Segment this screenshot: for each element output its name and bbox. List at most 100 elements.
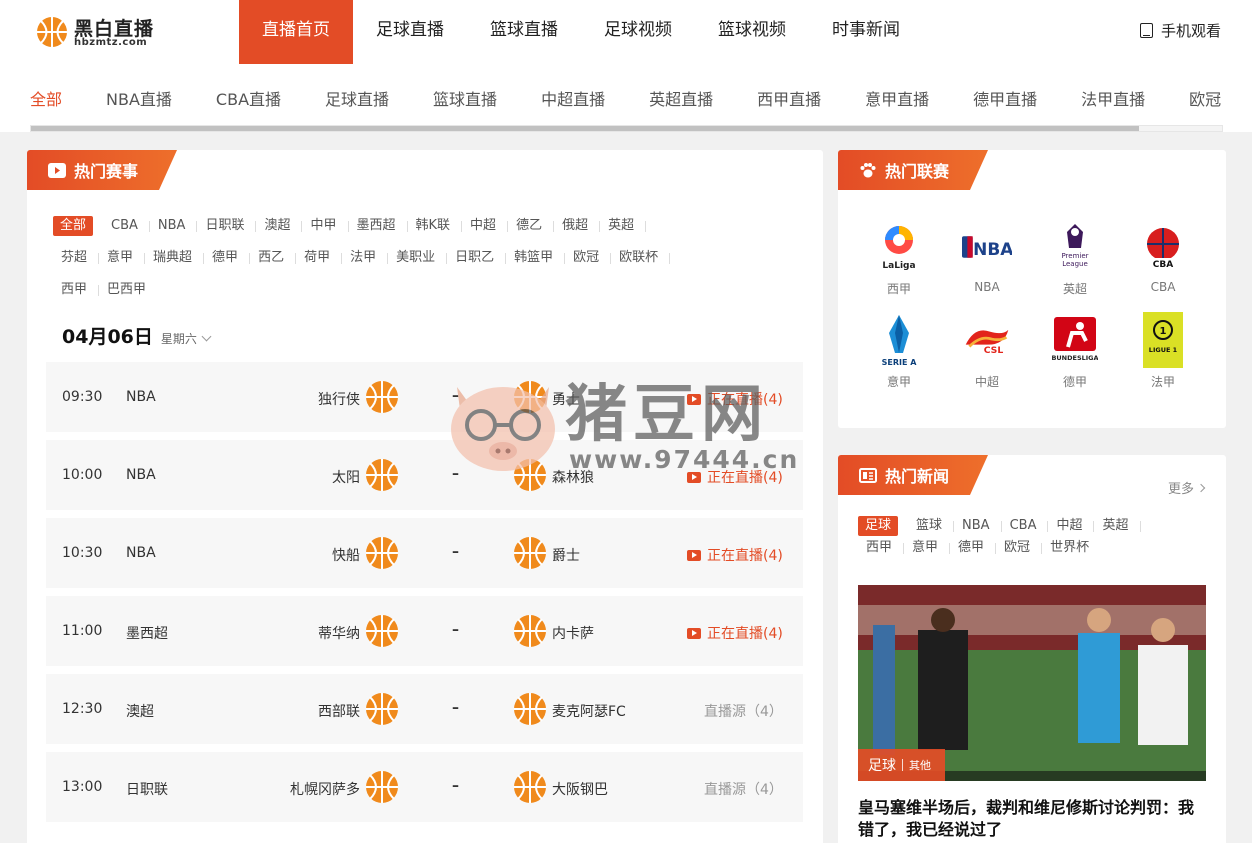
league-name: 英超 [1062,282,1087,296]
stream-source-link[interactable]: 直播源（4） [704,779,783,799]
filter-item[interactable]: 澳超 [256,216,303,236]
news-filter-item[interactable]: 意甲 [904,538,951,558]
filter-item[interactable]: 西乙 [250,248,297,268]
live-status-link[interactable]: 正在直播(4) [687,467,783,487]
filter-item[interactable]: 意甲 [99,248,146,268]
filter-all[interactable]: 全部 [53,216,94,236]
filter-item[interactable]: 荷甲 [296,248,343,268]
subnav-cba[interactable]: CBA直播 [216,86,281,110]
filter-item[interactable]: 韩K联 [408,216,463,236]
date-selector[interactable]: 04月06日 星期六 [62,322,212,349]
filter-item[interactable]: 欧联杯 [611,248,671,268]
filter-item[interactable]: 瑞典超 [145,248,205,268]
nav-basketball-live[interactable]: 篮球直播 [467,0,581,64]
subnav-ucl[interactable]: 欧冠 [1189,86,1221,110]
filter-item[interactable]: 日职乙 [447,248,507,268]
league-laliga[interactable]: LaLiga 西甲 [855,220,943,297]
filter-item[interactable]: CBA [103,216,150,236]
filter-item[interactable]: 德乙 [508,216,555,236]
match-row[interactable]: 10:00 NBA 太阳 – 森林狼 正在直播(4) [46,440,803,510]
live-status-link[interactable]: 正在直播(4) [687,545,783,565]
news-filter-row-2: 西甲 意甲 德甲 欧冠 世界杯 [858,537,1208,559]
nav-football-video[interactable]: 足球视频 [581,0,695,64]
filter-item[interactable]: 巴西甲 [99,280,158,300]
nav-home[interactable]: 直播首页 [239,0,353,64]
filter-item[interactable]: 德甲 [204,248,251,268]
live-status-label: 正在直播(4) [707,548,783,564]
subnav-football[interactable]: 足球直播 [325,86,389,110]
news-headline[interactable]: 皇马塞维半场后，裁判和维尼修斯讨论判罚：我错了，我已经说过了 [858,797,1208,841]
filter-item[interactable]: 美职业 [388,248,448,268]
nav-news[interactable]: 时事新闻 [809,0,923,64]
news-filter-item[interactable]: 西甲 [858,538,905,558]
match-row[interactable]: 09:30 NBA 独行侠 – 勇士 正在直播(4) [46,362,803,432]
news-filter-item[interactable]: CBA [1002,516,1049,536]
subnav-csl[interactable]: 中超直播 [541,86,605,110]
filter-item[interactable]: 欧冠 [565,248,612,268]
hot-news-tab: 热门新闻 [838,455,988,495]
subnav-seriea[interactable]: 意甲直播 [865,86,929,110]
live-status-label: 正在直播(4) [707,626,783,642]
hot-events-tab: 热门赛事 [27,150,177,190]
filter-item[interactable]: 西甲 [53,280,100,300]
league-premier-league[interactable]: Premier League 英超 [1031,220,1119,297]
subnav-epl[interactable]: 英超直播 [649,86,713,110]
league-serie-a[interactable]: SERIE A 意甲 [855,313,943,390]
match-row[interactable]: 13:00 日职联 札幌冈萨多 – 大阪钢巴 直播源（4） [46,752,803,822]
filter-item[interactable]: 中超 [462,216,509,236]
league-ligue1[interactable]: 1 LIGUE 1 法甲 [1119,312,1207,390]
news-filter-item[interactable]: 欧冠 [996,538,1043,558]
subnav-laliga[interactable]: 西甲直播 [757,86,821,110]
live-status-link[interactable]: 正在直播(4) [687,389,783,409]
filter-item[interactable]: 芬超 [53,248,100,268]
match-time: 10:30 [62,545,103,561]
away-team: 大阪钢巴 [552,782,608,798]
subnav-nba[interactable]: NBA直播 [106,86,172,110]
stream-source-link[interactable]: 直播源（4） [704,701,783,721]
svg-text:1: 1 [1160,326,1167,337]
league-csl[interactable]: CSL 中超 [943,313,1031,390]
filter-item[interactable]: 法甲 [342,248,389,268]
filter-item[interactable]: 日职联 [197,216,257,236]
subnav-all[interactable]: 全部 [30,86,62,110]
mobile-view-link[interactable]: 手机观看 [1140,20,1221,41]
more-news-link[interactable]: 更多 [1168,478,1206,497]
news-category-badge: 足球 其他 [858,749,945,781]
filter-item[interactable]: 俄超 [554,216,601,236]
svg-text:CSL: CSL [984,345,1004,356]
scrollbar-thumb[interactable] [31,126,1139,131]
news-filter-item[interactable]: 篮球 [908,516,955,536]
nav-football-live[interactable]: 足球直播 [353,0,467,64]
filter-item[interactable]: 韩篮甲 [506,248,566,268]
home-team: 太阳 [332,470,360,486]
subnav-basketball[interactable]: 篮球直播 [433,86,497,110]
match-row[interactable]: 12:30 澳超 西部联 – 麦克阿瑟FC 直播源（4） [46,674,803,744]
horizontal-scrollbar[interactable] [30,125,1223,132]
filter-item[interactable]: 墨西超 [349,216,408,236]
hot-events-card: 热门赛事 全部 CBA NBA 日职联 澳超 中甲 墨西超 韩K联 中超 德乙 … [27,150,823,843]
news-filter-football[interactable]: 足球 [858,516,899,536]
site-logo[interactable]: 黑白直播 hbzmtz.com [36,13,156,51]
match-row[interactable]: 10:30 NBA 快船 – 爵士 正在直播(4) [46,518,803,588]
match-row[interactable]: 11:00 墨西超 蒂华纳 – 内卡萨 正在直播(4) [46,596,803,666]
news-filter-item[interactable]: 英超 [1094,516,1141,536]
league-nba[interactable]: NBA NBA [943,220,1031,297]
premier-league-icon: Premier League [1050,220,1100,274]
mobile-view-label: 手机观看 [1161,22,1222,40]
news-filter-item[interactable]: 德甲 [950,538,997,558]
league-cba[interactable]: CBA CBA [1119,220,1207,297]
news-image[interactable]: 足球 其他 [858,585,1206,781]
nav-basketball-video[interactable]: 篮球视频 [695,0,809,64]
news-filter-item[interactable]: NBA [954,516,1002,536]
filter-item[interactable]: NBA [150,216,198,236]
basketball-team-icon [513,458,547,492]
badge-separator [902,759,903,771]
filter-item[interactable]: 英超 [600,216,647,236]
subnav-ligue1[interactable]: 法甲直播 [1081,86,1145,110]
news-filter-item[interactable]: 世界杯 [1042,538,1101,558]
live-status-link[interactable]: 正在直播(4) [687,623,783,643]
subnav-bundesliga[interactable]: 德甲直播 [973,86,1037,110]
league-bundesliga[interactable]: BUNDESLIGA 德甲 [1031,313,1119,390]
filter-item[interactable]: 中甲 [302,216,349,236]
news-filter-item[interactable]: 中超 [1048,516,1095,536]
